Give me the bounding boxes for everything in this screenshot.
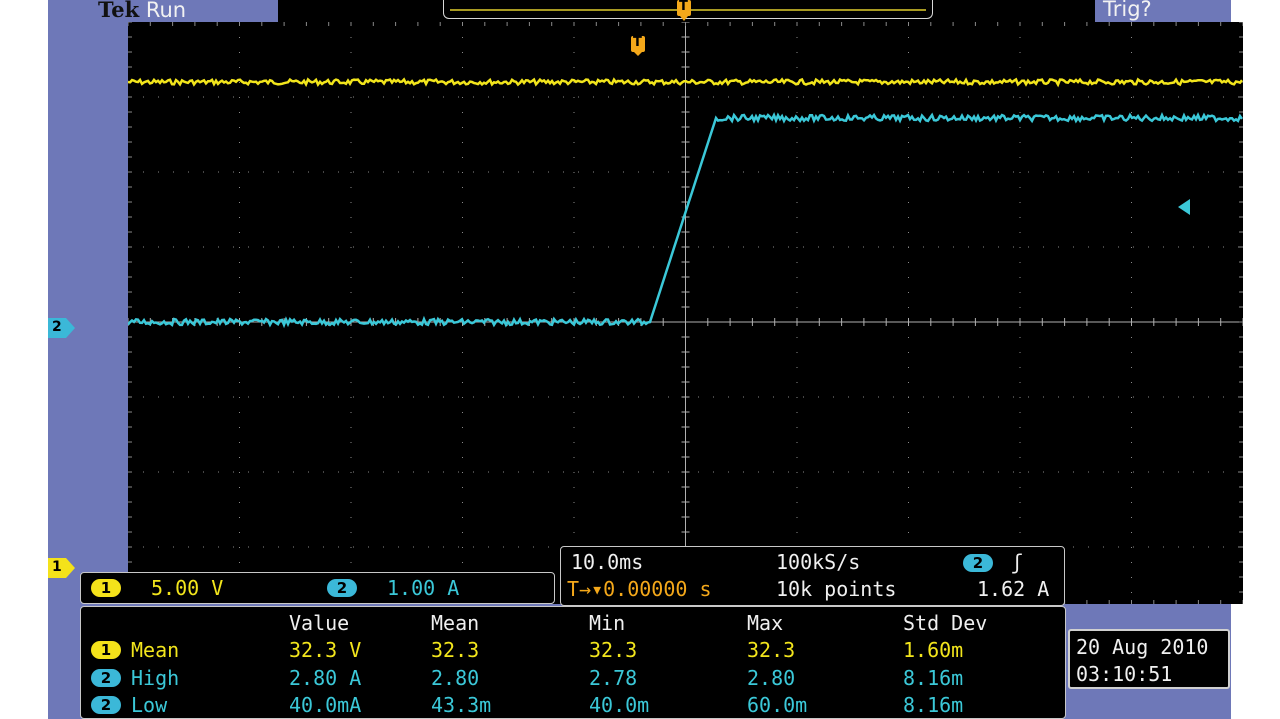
trigger-level[interactable]: 1.62 A [977,577,1049,601]
oscilloscope-screen: Tek Run T Trig? T 2 1 1 5.00 V 2 1.00 A … [48,0,1243,719]
row3-std-dev: 8.16m [903,693,964,717]
row2-max: 2.80 [747,666,796,690]
trigger-status: Trig? [1103,0,1152,21]
row1-max: 32.3 [747,638,796,662]
trigger-position[interactable]: T→▾0.00000 s [567,577,712,601]
ch1-ground-label: 1 [52,559,62,575]
header-std-dev: Std Dev [903,611,988,635]
horizontal-trigger-box: 10.0ms 100kS/s 2 ʃ T→▾0.00000 s 10k poin… [560,546,1065,606]
trigger-screen-label: T [633,35,642,50]
row1-std-dev: 1.60m [903,638,964,662]
row2-mean: 2.80 [431,666,480,690]
ch2-ground-label: 2 [52,319,62,335]
ch2-ground-marker[interactable]: 2 [48,318,76,338]
row1-label[interactable]: Mean [131,638,179,662]
row1-min: 32.3 [589,638,638,662]
row3-channel-badge: 2 [91,696,121,714]
time-text: 03:10:51 [1076,662,1173,686]
ch2-badge[interactable]: 2 [327,579,357,597]
row2-label[interactable]: High [131,666,179,690]
row3-value: 40.0mA [289,693,362,717]
status-brand: Tek Run [98,0,186,22]
row2-std-dev: 8.16m [903,666,964,690]
trigger-slope-icon: ʃ [1011,550,1024,574]
record-length[interactable]: 10k points [776,577,896,601]
row2-value: 2.80 A [289,666,362,690]
row2-min: 2.78 [589,666,638,690]
header-max: Max [747,611,784,635]
waveform-display [128,22,1243,604]
ch2-scale[interactable]: 1.00 A [387,576,459,600]
channel-scale-box: 1 5.00 V 2 1.00 A [80,572,555,604]
trigger-source-badge[interactable]: 2 [963,554,993,572]
header-min: Min [589,611,626,635]
graticule [128,22,1243,604]
row1-channel-badge: 1 [91,641,121,659]
sample-rate[interactable]: 100kS/s [776,550,860,574]
row1-mean: 32.3 [431,638,480,662]
row2-channel-badge: 2 [91,669,121,687]
time-per-div[interactable]: 10.0ms [571,550,643,574]
trigger-position-marker-top[interactable]: T [676,0,692,22]
row3-mean: 43.3m [431,693,492,717]
row3-max: 60.0m [747,693,808,717]
ch1-badge[interactable]: 1 [91,579,121,597]
ch1-scale[interactable]: 5.00 V [151,576,223,600]
row1-value: 32.3 V [289,638,362,662]
date-text: 20 Aug 2010 [1076,635,1209,659]
brand-logo: Tek [98,0,140,22]
trigger-position-marker[interactable]: T [630,35,646,56]
run-state: Run [145,0,187,22]
datetime-box: 20 Aug 2010 03:10:51 [1068,629,1230,689]
measurements-table: Value Mean Min Max Std Dev 1 Mean 32.3 V… [80,606,1066,719]
header-mean: Mean [431,611,480,635]
trigger-top-label: T [679,0,688,14]
ch1-ground-marker[interactable]: 1 [48,558,76,578]
trigger-level-arrow[interactable] [1178,199,1192,215]
header-value: Value [289,611,350,635]
row3-label[interactable]: Low [131,693,167,717]
row3-min: 40.0m [589,693,650,717]
